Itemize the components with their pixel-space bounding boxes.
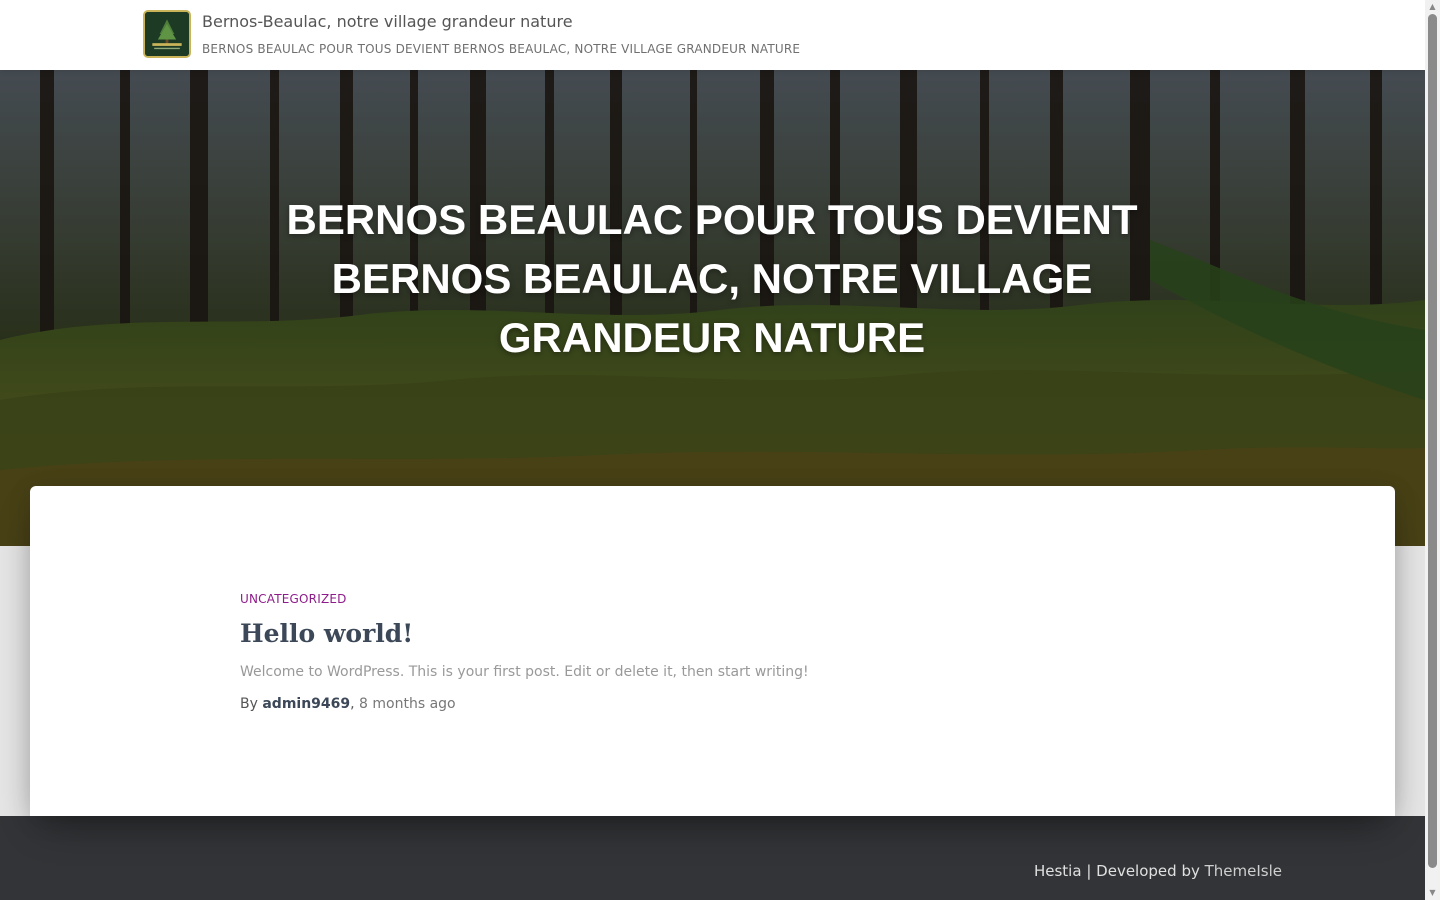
post-byline: By admin9469, 8 months ago — [240, 694, 1140, 714]
main-content-card: UNCATEGORIZED Hello world! Welcome to Wo… — [30, 486, 1395, 816]
footer-developed-by: Developed by — [1096, 862, 1200, 880]
footer-theme-name: Hestia — [1033, 862, 1082, 880]
site-logo[interactable] — [143, 10, 191, 58]
site-title[interactable]: Bernos-Beaulac, notre village grandeur n… — [202, 12, 573, 31]
footer-developer-link[interactable]: ThemeIsle — [1205, 862, 1282, 880]
post-category-link[interactable]: UNCATEGORIZED — [240, 592, 1140, 606]
byline-separator: , — [350, 696, 355, 712]
vertical-scrollbar[interactable]: ▲ ▼ — [1425, 0, 1440, 900]
post-card: UNCATEGORIZED Hello world! Welcome to Wo… — [240, 592, 1140, 714]
page: Bernos-Beaulac, notre village grandeur n… — [0, 0, 1425, 900]
footer-credit: Hestia | Developed by ThemeIsle — [1034, 862, 1282, 880]
scrollbar-thumb[interactable] — [1428, 14, 1437, 868]
top-navbar: Bernos-Beaulac, notre village grandeur n… — [0, 0, 1425, 70]
village-logo-icon — [145, 12, 189, 56]
post-excerpt: Welcome to WordPress. This is your first… — [240, 664, 809, 680]
scroll-up-arrow-icon[interactable]: ▲ — [1425, 0, 1440, 14]
byline-by-label: By — [240, 696, 258, 712]
site-footer: Hestia | Developed by ThemeIsle — [0, 816, 1425, 900]
post-title-link[interactable]: Hello world! — [240, 618, 1140, 650]
hero-title: BERNOS BEAULAC POUR TOUS DEVIENT BERNOS … — [286, 196, 1138, 361]
post-date: 8 months ago — [359, 696, 456, 712]
footer-divider: | — [1086, 862, 1092, 880]
post-author-link[interactable]: admin9469 — [262, 696, 350, 712]
hero-banner: BERNOS BEAULAC POUR TOUS DEVIENT BERNOS … — [0, 70, 1425, 546]
site-description: BERNOS BEAULAC POUR TOUS DEVIENT BERNOS … — [202, 42, 801, 56]
scroll-down-arrow-icon[interactable]: ▼ — [1425, 886, 1440, 900]
